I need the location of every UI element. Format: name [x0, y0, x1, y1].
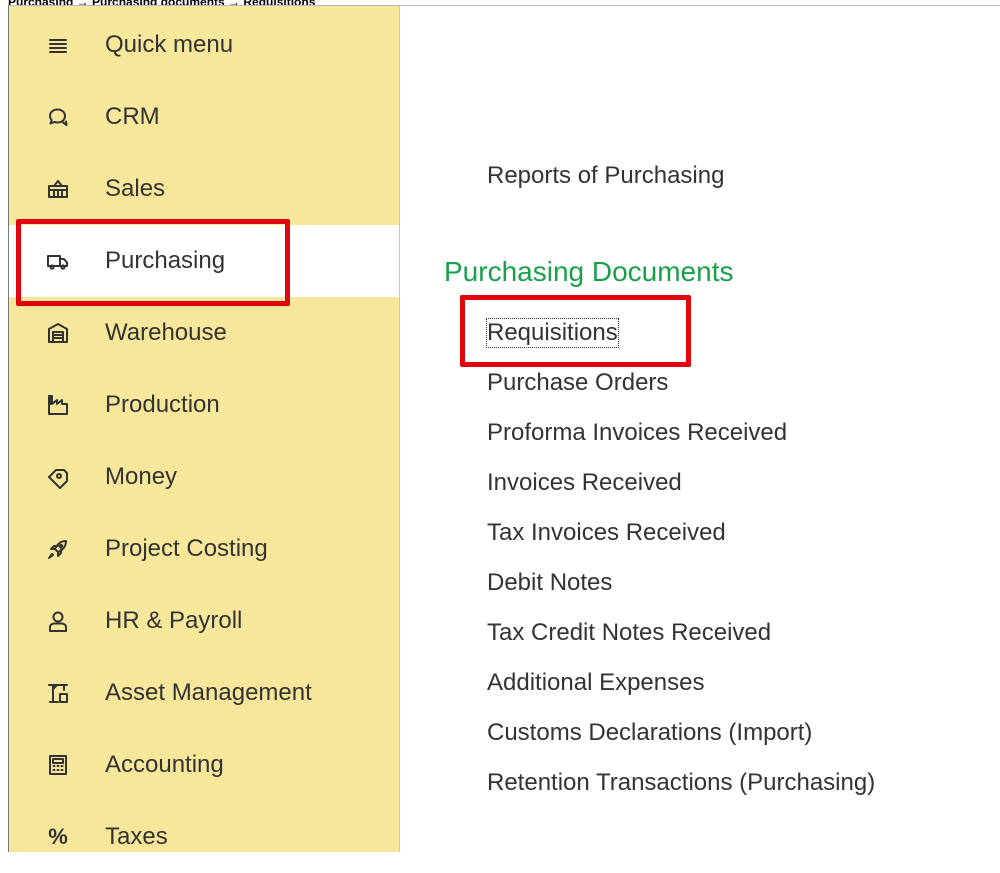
- sidebar-item-label: Production: [105, 391, 220, 418]
- calculator-icon: [45, 752, 71, 778]
- link-retention-transactions-purchasing[interactable]: Retention Transactions (Purchasing): [487, 769, 875, 797]
- link-tax-credit-notes-received[interactable]: Tax Credit Notes Received: [487, 619, 771, 647]
- menu-icon: [45, 32, 71, 58]
- sidebar-item-label: Warehouse: [105, 319, 227, 346]
- sidebar-item-label: HR & Payroll: [105, 607, 243, 634]
- sidebar-item-label: Money: [105, 463, 178, 490]
- link-additional-expenses[interactable]: Additional Expenses: [487, 669, 704, 697]
- sidebar: Quick menu CRM Sales Purchasing Warehous…: [9, 6, 400, 852]
- basket-icon: [45, 176, 71, 202]
- sidebar-item-label: Purchasing: [105, 247, 226, 274]
- sidebar-item-quick-menu[interactable]: Quick menu: [9, 9, 399, 81]
- factory-icon: [45, 392, 71, 418]
- sidebar-item-label: Project Costing: [105, 535, 268, 562]
- link-proforma-invoices-received[interactable]: Proforma Invoices Received: [487, 419, 787, 447]
- sidebar-item-hr-payroll[interactable]: HR & Payroll: [9, 585, 399, 657]
- sidebar-item-crm[interactable]: CRM: [9, 81, 399, 153]
- sidebar-item-label: Accounting: [105, 751, 224, 778]
- sidebar-item-warehouse[interactable]: Warehouse: [9, 297, 399, 369]
- sidebar-item-label: Quick menu: [105, 31, 234, 58]
- section-title: Purchasing Documents: [444, 256, 734, 287]
- percent-icon: %: [48, 824, 68, 849]
- link-debit-notes[interactable]: Debit Notes: [487, 569, 612, 597]
- sidebar-item-label: CRM: [105, 103, 160, 130]
- sidebar-item-sales[interactable]: Sales: [9, 153, 399, 225]
- link-customs-declarations-import[interactable]: Customs Declarations (Import): [487, 719, 812, 747]
- sidebar-item-label: Sales: [105, 175, 166, 202]
- crane-icon: [45, 680, 71, 706]
- sidebar-item-purchasing[interactable]: Purchasing: [9, 225, 399, 297]
- person-icon: [45, 608, 71, 634]
- sidebar-item-money[interactable]: Money: [9, 441, 399, 513]
- reports-of-purchasing-link[interactable]: Reports of Purchasing: [487, 162, 724, 190]
- truck-icon: [45, 248, 71, 274]
- rocket-icon: [45, 536, 71, 562]
- sidebar-item-label: Taxes: [105, 823, 168, 850]
- link-purchase-orders[interactable]: Purchase Orders: [487, 369, 668, 397]
- sidebar-item-asset-management[interactable]: Asset Management: [9, 657, 399, 729]
- warehouse-icon: [45, 320, 71, 346]
- sidebar-item-accounting[interactable]: Accounting: [9, 729, 399, 801]
- money-tag-icon: [45, 464, 71, 490]
- link-tax-invoices-received[interactable]: Tax Invoices Received: [487, 519, 726, 547]
- frame-left-border: [8, 5, 9, 852]
- link-requisitions[interactable]: Requisitions: [486, 318, 619, 348]
- sidebar-item-project-costing[interactable]: Project Costing: [9, 513, 399, 585]
- sidebar-item-label: Asset Management: [105, 679, 312, 706]
- link-invoices-received[interactable]: Invoices Received: [487, 469, 682, 497]
- sidebar-item-taxes[interactable]: % Taxes: [9, 801, 399, 873]
- sidebar-item-production[interactable]: Production: [9, 369, 399, 441]
- chat-bubbles-icon: [45, 104, 71, 130]
